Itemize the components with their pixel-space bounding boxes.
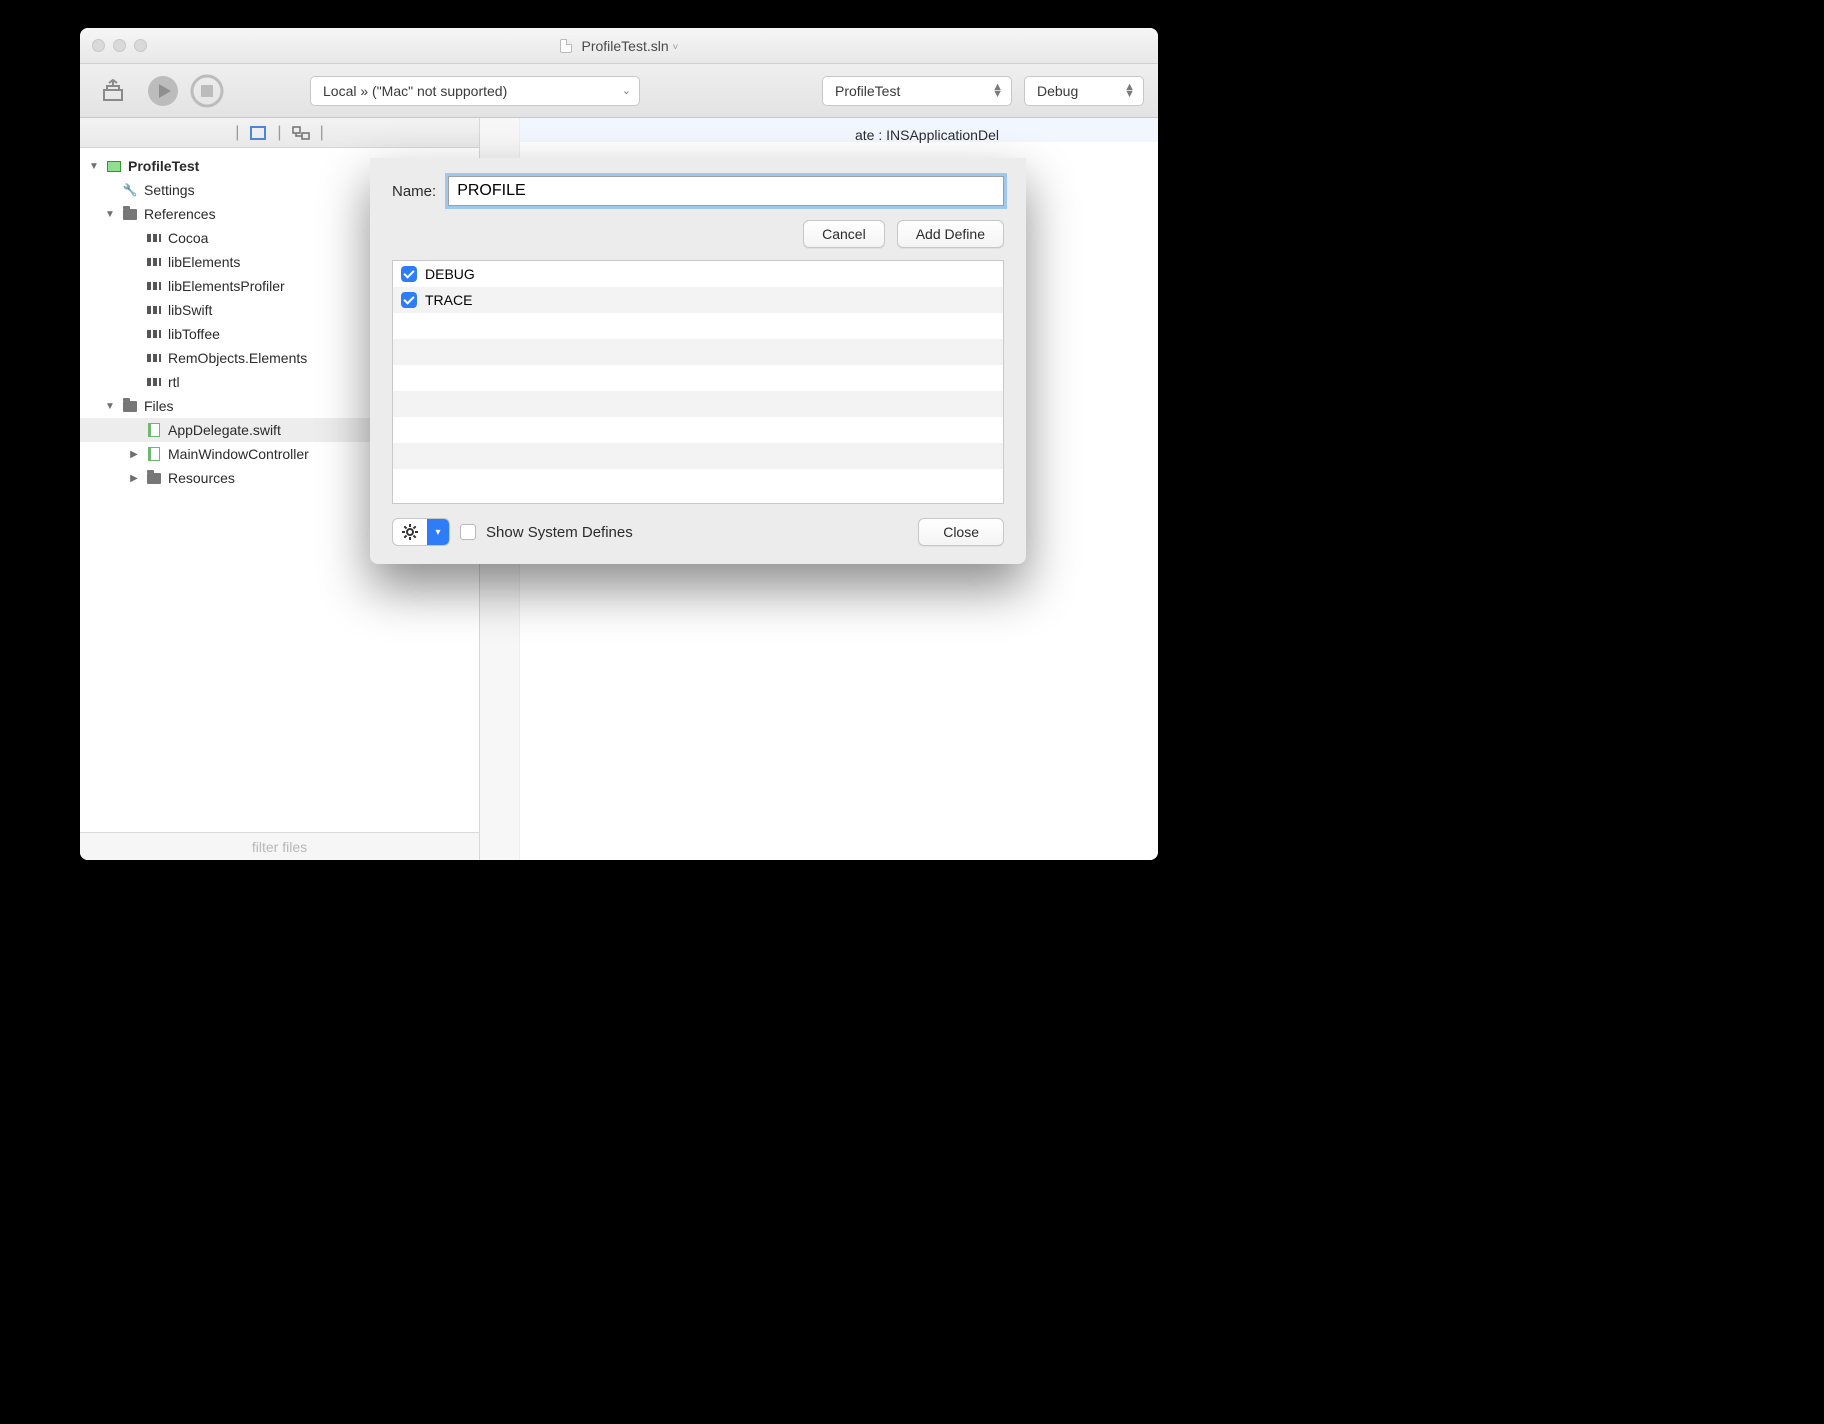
sidebar-tab-strip: | | | — [80, 118, 479, 148]
reference-icon — [147, 378, 161, 386]
reference-icon — [147, 282, 161, 290]
filter-files-input[interactable]: filter files — [80, 832, 479, 860]
build-button[interactable] — [94, 72, 132, 110]
tree-file-selected-label: AppDelegate.swift — [168, 422, 281, 438]
chevron-down-icon: ▾ — [427, 519, 449, 545]
tree-root-label: ProfileTest — [128, 158, 199, 174]
tree-reference-label: RemObjects.Elements — [168, 350, 307, 366]
tree-reference-label: libSwift — [168, 302, 212, 318]
target-selector-label: Local » ("Mac" not supported) — [323, 83, 507, 99]
reference-icon — [147, 330, 161, 338]
close-button[interactable]: Close — [918, 518, 1004, 546]
tree-files-label: Files — [144, 398, 174, 414]
define-row[interactable]: DEBUG — [393, 261, 1003, 287]
disclosure-triangle-icon[interactable]: ▼ — [104, 209, 116, 220]
tree-reference-label: rtl — [168, 374, 180, 390]
define-name-input[interactable] — [448, 176, 1004, 206]
wrench-icon — [122, 182, 138, 198]
reference-icon — [147, 354, 161, 362]
swift-file-icon — [148, 423, 160, 437]
tree-reference-label: Cocoa — [168, 230, 208, 246]
disclosure-triangle-icon[interactable]: ▶ — [128, 449, 140, 460]
target-selector[interactable]: Local » ("Mac" not supported) ⌄ — [310, 76, 640, 106]
stop-button[interactable] — [188, 72, 226, 110]
project-selector-label: ProfileTest — [835, 83, 900, 99]
gear-icon — [393, 519, 427, 545]
disclosure-triangle-icon[interactable]: ▼ — [104, 401, 116, 412]
editor-header-band — [480, 118, 1158, 142]
filter-placeholder: filter files — [252, 839, 307, 855]
define-row[interactable] — [393, 391, 1003, 417]
tree-references-label: References — [144, 206, 216, 222]
project-icon — [107, 161, 121, 172]
show-system-defines-checkbox[interactable] — [460, 524, 476, 540]
minimize-window-button[interactable] — [113, 39, 126, 52]
define-label: TRACE — [425, 292, 472, 308]
project-selector[interactable]: ProfileTest ▲▼ — [822, 76, 1012, 106]
updown-icon: ▲▼ — [992, 84, 1003, 98]
disclosure-triangle-icon[interactable]: ▼ — [88, 161, 100, 172]
updown-icon: ▲▼ — [1124, 84, 1135, 98]
folder-icon — [123, 209, 137, 220]
navigator-icon — [250, 126, 266, 140]
define-row[interactable] — [393, 443, 1003, 469]
config-selector-label: Debug — [1037, 83, 1078, 99]
close-window-button[interactable] — [92, 39, 105, 52]
options-menu-button[interactable]: ▾ — [392, 518, 450, 546]
zoom-window-button[interactable] — [134, 39, 147, 52]
ide-window: ProfileTest.sln ˅ Local » ("Mac" not sup… — [80, 28, 1158, 860]
sidebar-tab-navigator[interactable] — [247, 123, 269, 143]
config-selector[interactable]: Debug ▲▼ — [1024, 76, 1144, 106]
hierarchy-icon — [292, 126, 310, 140]
sidebar-tab-hierarchy[interactable] — [290, 123, 312, 143]
tree-folder-label: Resources — [168, 470, 235, 486]
show-system-defines-label: Show System Defines — [486, 524, 633, 541]
toolbar: Local » ("Mac" not supported) ⌄ ProfileT… — [80, 64, 1158, 118]
reference-icon — [147, 234, 161, 242]
tree-reference-label: libElements — [168, 254, 240, 270]
define-checkbox[interactable] — [401, 292, 417, 308]
cancel-button[interactable]: Cancel — [803, 220, 885, 248]
title-dropdown-icon[interactable]: ˅ — [673, 42, 679, 53]
tree-reference-label: libElementsProfiler — [168, 278, 285, 294]
run-stop-group — [144, 72, 226, 110]
defines-list[interactable]: DEBUG TRACE — [392, 260, 1004, 504]
disclosure-triangle-icon[interactable]: ▶ — [128, 473, 140, 484]
traffic-lights — [92, 39, 147, 52]
define-row[interactable] — [393, 339, 1003, 365]
define-row[interactable] — [393, 417, 1003, 443]
define-label: DEBUG — [425, 266, 475, 282]
window-title-text: ProfileTest.sln — [582, 38, 669, 54]
window-title: ProfileTest.sln ˅ — [80, 38, 1158, 54]
define-row[interactable] — [393, 313, 1003, 339]
titlebar: ProfileTest.sln ˅ — [80, 28, 1158, 64]
reference-icon — [147, 258, 161, 266]
run-button[interactable] — [144, 72, 182, 110]
chevron-down-icon: ⌄ — [622, 84, 631, 97]
folder-icon — [123, 401, 137, 412]
document-icon — [560, 39, 572, 53]
reference-icon — [147, 306, 161, 314]
define-row[interactable]: TRACE — [393, 287, 1003, 313]
swift-file-icon — [148, 447, 160, 461]
tree-reference-label: libToffee — [168, 326, 220, 342]
tree-file-label: MainWindowController — [168, 446, 309, 462]
define-row[interactable] — [393, 365, 1003, 391]
add-define-button[interactable]: Add Define — [897, 220, 1004, 248]
name-label: Name: — [392, 183, 436, 200]
define-checkbox[interactable] — [401, 266, 417, 282]
folder-icon — [147, 473, 161, 484]
defines-dialog: Name: Cancel Add Define DEBUG TRACE ▾ Sho… — [370, 158, 1026, 564]
tree-settings-label: Settings — [144, 182, 195, 198]
